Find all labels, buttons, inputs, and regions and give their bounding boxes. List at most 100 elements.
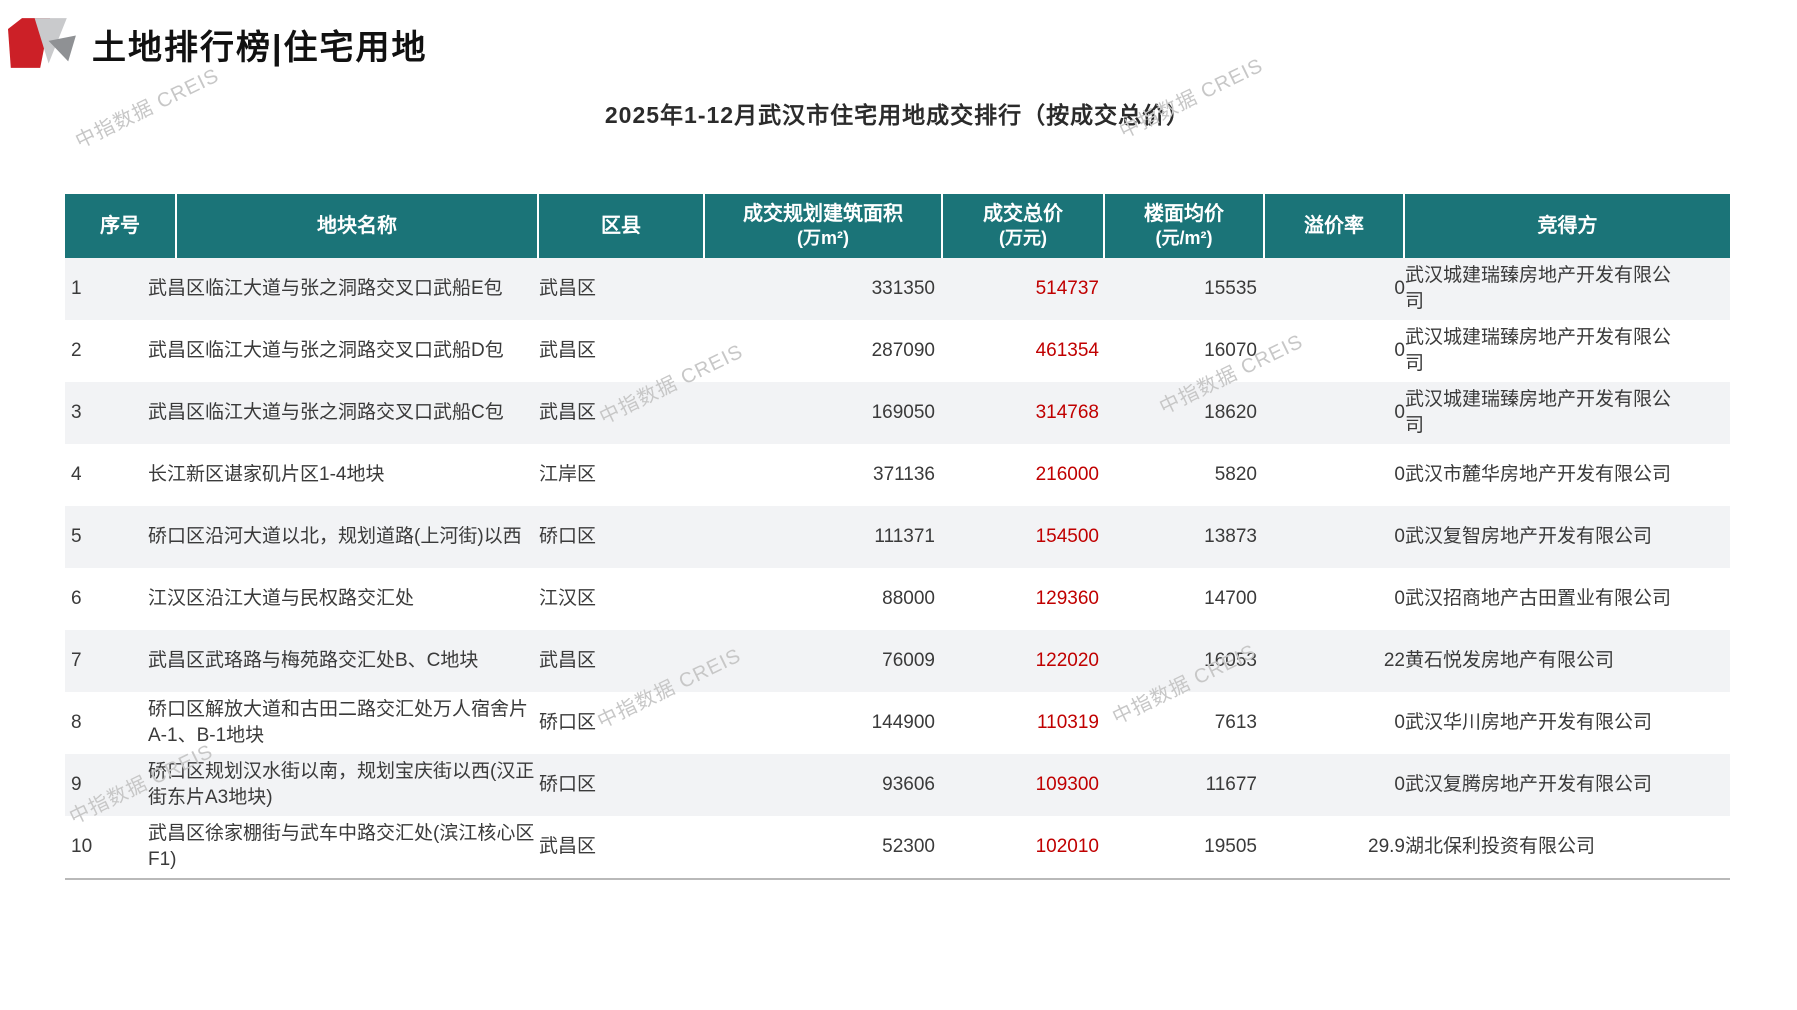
cell-area: 331350 [871,278,935,299]
header-district: 区县 [539,194,705,258]
header-label: 成交规划建筑面积 [743,203,903,225]
cell-winner: 黄石悦发房地产有限公司 [1405,650,1615,671]
cell-name: 江汉区沿江大道与民权路交汇处 [148,588,415,609]
cell-total: 216000 [1035,464,1099,485]
cell-floor_avg: 5820 [1214,464,1257,485]
table-row: 2 武昌区临江大道与张之洞路交叉口武船D包 武昌区 287090 461354 16070… [65,320,1730,382]
cell-area: 88000 [882,588,935,609]
cell-premium: 0 [1394,340,1405,361]
header-label: 溢价率 [1304,215,1364,237]
cell-seq: 3 [71,402,82,423]
table-row: 7 武昌区武珞路与梅苑路交汇处B、C地块 武昌区 76009 122020 16053 22… [65,630,1730,692]
header-name: 地块名称 [177,194,539,258]
cell-district: 武昌区 [539,836,597,857]
cell-premium: 0 [1394,278,1405,299]
land-ranking-table: 序号 地块名称 区县 成交规划建筑面积 (万m²) 成交总价 (万元) 楼面均价 (元… [65,194,1730,880]
table-row: 5 硚口区沿河大道以北，规划道路(上河街)以西 硚口区 111371 154500 138… [65,506,1730,568]
cell-total: 129360 [1035,588,1099,609]
cell-floor_avg: 15535 [1204,278,1257,299]
header-winner: 竞得方 [1405,194,1730,258]
cell-winner: 武汉市麓华房地产开发有限公司 [1405,464,1672,485]
cell-winner: 武汉城建瑞臻房地产开发有限公司 [1405,389,1672,436]
header-total: 成交总价 (万元) [943,194,1105,258]
cell-premium: 0 [1394,774,1405,795]
cell-district: 武昌区 [539,278,597,299]
cell-seq: 4 [71,464,82,485]
table-row: 3 武昌区临江大道与张之洞路交叉口武船C包 武昌区 169050 314768 18620… [65,382,1730,444]
header-seq: 序号 [65,194,177,258]
cell-area: 93606 [882,774,935,795]
header-unit: (万元) [999,228,1047,248]
cell-name: 硚口区沿河大道以北，规划道路(上河街)以西 [148,526,522,547]
cell-area: 287090 [871,340,935,361]
header-label: 楼面均价 [1144,203,1224,225]
cell-total: 109300 [1035,774,1099,795]
cell-winner: 武汉华川房地产开发有限公司 [1405,712,1653,733]
cell-name: 武昌区徐家棚街与武车中路交汇处(滨江核心区F1) [148,823,535,870]
table-row: 8 硚口区解放大道和古田二路交汇处万人宿舍片A-1、B-1地块 硚口区 144900 1… [65,692,1730,754]
table-row: 9 硚口区规划汉水街以南，规划宝庆街以西(汉正街东片A3地块) 硚口区 93606 10… [65,754,1730,816]
header-unit: (万m²) [797,228,849,248]
cell-total: 461354 [1035,340,1099,361]
cell-winner: 武汉复腾房地产开发有限公司 [1405,774,1653,795]
cell-winner: 武汉城建瑞臻房地产开发有限公司 [1405,265,1672,312]
cell-total: 154500 [1035,526,1099,547]
cell-district: 武昌区 [539,650,597,671]
cell-seq: 6 [71,588,82,609]
cell-floor_avg: 18620 [1204,402,1257,423]
cell-floor_avg: 14700 [1204,588,1257,609]
cell-total: 314768 [1035,402,1099,423]
cell-winner: 武汉复智房地产开发有限公司 [1405,526,1653,547]
cell-winner: 湖北保利投资有限公司 [1405,836,1596,857]
cell-district: 江汉区 [539,588,597,609]
cell-premium: 0 [1394,712,1405,733]
cell-floor_avg: 11677 [1205,774,1257,795]
table-row: 10 武昌区徐家棚街与武车中路交汇处(滨江核心区F1) 武昌区 52300 102010… [65,816,1730,878]
cell-winner: 武汉招商地产古田置业有限公司 [1405,588,1672,609]
table-header-row: 序号 地块名称 区县 成交规划建筑面积 (万m²) 成交总价 (万元) 楼面均价 (元… [65,194,1730,258]
header-label: 序号 [100,215,140,237]
creis-logo [8,16,78,70]
header-label: 地块名称 [317,215,397,237]
header-unit: (元/m²) [1155,228,1213,248]
cell-name: 武昌区临江大道与张之洞路交叉口武船D包 [148,340,504,361]
cell-district: 硚口区 [539,526,597,547]
cell-seq: 2 [71,340,82,361]
cell-total: 122020 [1035,650,1099,671]
cell-name: 硚口区规划汉水街以南，规划宝庆街以西(汉正街东片A3地块) [148,761,535,808]
cell-premium: 22 [1383,650,1405,671]
cell-floor_avg: 19505 [1204,836,1257,857]
cell-seq: 5 [71,526,82,547]
cell-area: 76009 [882,650,935,671]
cell-area: 371136 [873,464,935,485]
table-row: 1 武昌区临江大道与张之洞路交叉口武船E包 武昌区 331350 514737 15535… [65,258,1730,320]
cell-name: 武昌区临江大道与张之洞路交叉口武船E包 [148,278,503,299]
header-area: 成交规划建筑面积 (万m²) [705,194,943,258]
page-title: 土地排行榜|住宅用地 [92,29,428,67]
cell-seq: 1 [71,278,82,299]
table-body: 1 武昌区临江大道与张之洞路交叉口武船E包 武昌区 331350 514737 15535… [65,258,1730,878]
cell-total: 514737 [1035,278,1099,299]
header-floor-avg: 楼面均价 (元/m²) [1105,194,1265,258]
table-row: 6 江汉区沿江大道与民权路交汇处 江汉区 88000 129360 14700 0 武汉招商地… [65,568,1730,630]
cell-floor_avg: 7613 [1214,712,1257,733]
header-premium: 溢价率 [1265,194,1405,258]
cell-district: 武昌区 [539,340,597,361]
header-label: 成交总价 [983,203,1063,225]
header-label: 竞得方 [1537,215,1598,237]
cell-premium: 0 [1394,464,1405,485]
cell-floor_avg: 16053 [1204,650,1257,671]
cell-winner: 武汉城建瑞臻房地产开发有限公司 [1405,327,1672,374]
cell-name: 武昌区临江大道与张之洞路交叉口武船C包 [148,402,504,423]
cell-name: 长江新区谌家矶片区1-4地块 [148,464,385,485]
cell-premium: 29.9 [1368,836,1405,857]
cell-area: 144900 [871,712,935,733]
cell-floor_avg: 13873 [1204,526,1257,547]
table-subtitle: 2025年1-12月武汉市住宅用地成交排行（按成交总价） [604,102,1191,128]
cell-seq: 8 [71,712,82,733]
cell-area: 52300 [882,836,935,857]
header-label: 区县 [601,215,641,237]
cell-area: 111371 [874,526,935,547]
cell-total: 102010 [1035,836,1099,857]
cell-name: 硚口区解放大道和古田二路交汇处万人宿舍片A-1、B-1地块 [148,699,529,746]
